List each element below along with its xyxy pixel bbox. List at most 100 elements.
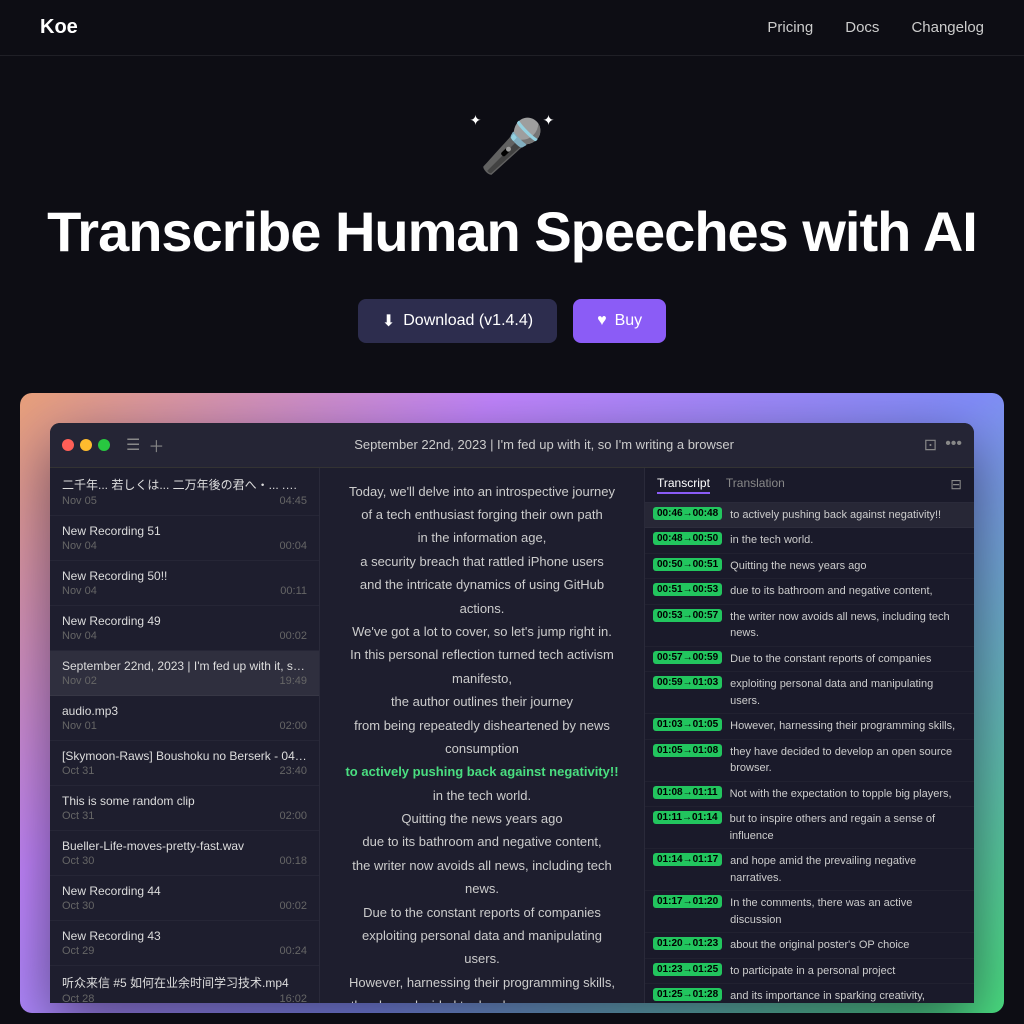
- sidebar-item-date: Oct 29: [62, 945, 94, 957]
- transcript-row[interactable]: 00:46→00:48 to actively pushing back aga…: [645, 503, 974, 529]
- transcript-row[interactable]: 01:08→01:11 Not with the expectation to …: [645, 782, 974, 808]
- center-text-line: they have decided to develop an open sou…: [344, 994, 620, 1002]
- nav-pricing[interactable]: Pricing: [767, 19, 813, 36]
- sidebar-item[interactable]: New Recording 43 Oct 29 00:24: [50, 921, 319, 966]
- maximize-button[interactable]: [98, 439, 110, 451]
- hero-section: ✦ 🎤 ✦ Transcribe Human Speeches with AI …: [0, 56, 1024, 393]
- center-text-line: from being repeatedly disheartened by ne…: [344, 714, 620, 761]
- sidebar-item-duration: 16:02: [279, 993, 307, 1003]
- transcript-text: Due to the constant reports of companies: [730, 651, 931, 668]
- timestamp-badge: 00:57→00:59: [653, 651, 722, 664]
- sidebar-item-duration: 02:00: [279, 810, 307, 822]
- transcript-row[interactable]: 01:05→01:08 they have decided to develop…: [645, 740, 974, 782]
- right-panel: Transcript Translation ⊟ 00:46→00:48 to …: [644, 468, 974, 1003]
- transcript-row[interactable]: 00:50→00:51 Quitting the news years ago: [645, 554, 974, 580]
- expand-icon[interactable]: ⊡: [924, 435, 937, 455]
- sidebar-item[interactable]: New Recording 50!! Nov 04 00:11: [50, 561, 319, 606]
- sidebar-item[interactable]: September 22nd, 2023 | I'm fed up with i…: [50, 651, 319, 696]
- transcript-row[interactable]: 00:48→00:50 in the tech world.: [645, 528, 974, 554]
- sidebar-item-duration: 00:02: [279, 900, 307, 912]
- sidebar-item[interactable]: New Recording 44 Oct 30 00:02: [50, 876, 319, 921]
- center-text-line: Due to the constant reports of companies: [344, 901, 620, 924]
- sidebar-item-duration: 00:24: [279, 945, 307, 957]
- transcript-row[interactable]: 01:03→01:05 However, harnessing their pr…: [645, 714, 974, 740]
- sparkle-right: ✦: [543, 112, 555, 129]
- timestamp-badge: 01:17→01:20: [653, 895, 722, 908]
- transcript-list: 00:46→00:48 to actively pushing back aga…: [645, 503, 974, 1003]
- add-icon: ＋: [148, 433, 164, 457]
- sidebar-item[interactable]: audio.mp3 Nov 01 02:00: [50, 696, 319, 741]
- window-title: September 22nd, 2023 | I'm fed up with i…: [172, 437, 915, 452]
- transcript-text: Not with the expectation to topple big p…: [730, 786, 952, 803]
- hero-title: Transcribe Human Speeches with AI: [40, 201, 984, 263]
- transcript-row[interactable]: 00:59→01:03 exploiting personal data and…: [645, 672, 974, 714]
- tabs: Transcript Translation: [657, 476, 785, 494]
- timestamp-badge: 01:14→01:17: [653, 853, 722, 866]
- sidebar-icon: ☰: [126, 435, 140, 455]
- center-text-line: of a tech enthusiast forging their own p…: [344, 503, 620, 526]
- sidebar-item[interactable]: This is some random clip Oct 31 02:00: [50, 786, 319, 831]
- sidebar-item-title: 听众来信 #5 如何在业余时间学习技术.mp4: [62, 974, 307, 991]
- hero-buttons: ⬇ Download (v1.4.4) ♥ Buy: [40, 299, 984, 343]
- center-text-line: and the intricate dynamics of using GitH…: [344, 573, 620, 620]
- transcript-row[interactable]: 01:25→01:28 and its importance in sparki…: [645, 984, 974, 1003]
- app-screenshot-container: ☰ ＋ September 22nd, 2023 | I'm fed up wi…: [20, 393, 1004, 1013]
- sidebar-item[interactable]: New Recording 49 Nov 04 00:02: [50, 606, 319, 651]
- tab-translation[interactable]: Translation: [726, 476, 785, 494]
- sidebar-toggle[interactable]: ☰ ＋: [126, 433, 164, 457]
- transcript-row[interactable]: 01:11→01:14 but to inspire others and re…: [645, 807, 974, 849]
- transcript-text: to actively pushing back against negativ…: [730, 507, 941, 524]
- sidebar-item-date: Nov 02: [62, 675, 97, 687]
- transcript-row[interactable]: 00:53→00:57 the writer now avoids all ne…: [645, 605, 974, 647]
- timestamp-badge: 01:08→01:11: [653, 786, 722, 799]
- transcript-row[interactable]: 01:14→01:17 and hope amid the prevailing…: [645, 849, 974, 891]
- sidebar-item-date: Oct 30: [62, 855, 94, 867]
- transcript-text: the writer now avoids all news, includin…: [730, 609, 966, 642]
- more-icon[interactable]: •••: [945, 435, 962, 455]
- timestamp-badge: 01:20→01:23: [653, 937, 722, 950]
- nav-docs[interactable]: Docs: [845, 19, 879, 36]
- title-bar-actions: ⊡ •••: [924, 435, 962, 455]
- sidebar-item[interactable]: Bueller-Life-moves-pretty-fast.wav Oct 3…: [50, 831, 319, 876]
- transcript-row[interactable]: 01:20→01:23 about the original poster's …: [645, 933, 974, 959]
- sidebar-item[interactable]: [Skymoon-Raws] Boushoku no Berserk - 04 …: [50, 741, 319, 786]
- buy-button[interactable]: ♥ Buy: [573, 299, 666, 343]
- sidebar: 二千年... 若しくは... 二万年後の君へ・... .mp4 Nov 05 0…: [50, 468, 320, 1003]
- mac-window: ☰ ＋ September 22nd, 2023 | I'm fed up wi…: [50, 423, 974, 1003]
- app-body: 二千年... 若しくは... 二万年後の君へ・... .mp4 Nov 05 0…: [50, 468, 974, 1003]
- center-text-line: In this personal reflection turned tech …: [344, 643, 620, 690]
- sidebar-item-date: Oct 31: [62, 765, 94, 777]
- transcript-text: and its importance in sparking creativit…: [730, 988, 925, 1003]
- timestamp-badge: 01:03→01:05: [653, 718, 722, 731]
- sidebar-item-title: This is some random clip: [62, 794, 307, 808]
- center-text-line: We've got a lot to cover, so let's jump …: [344, 620, 620, 643]
- transcript-text: to participate in a personal project: [730, 963, 895, 980]
- mic-icon: ✦ 🎤 ✦: [480, 116, 545, 177]
- nav-changelog[interactable]: Changelog: [911, 19, 984, 36]
- sidebar-item-duration: 23:40: [279, 765, 307, 777]
- download-button[interactable]: ⬇ Download (v1.4.4): [358, 299, 557, 343]
- right-panel-icon[interactable]: ⊟: [950, 476, 962, 493]
- center-text-line: the author outlines their journey: [344, 690, 620, 713]
- transcript-text: due to its bathroom and negative content…: [730, 583, 932, 600]
- timestamp-badge: 00:51→00:53: [653, 583, 722, 596]
- sidebar-item-date: Nov 05: [62, 495, 97, 507]
- transcript-row[interactable]: 00:51→00:53 due to its bathroom and nega…: [645, 579, 974, 605]
- logo: Koe: [40, 16, 78, 39]
- tab-transcript[interactable]: Transcript: [657, 476, 710, 494]
- sidebar-item[interactable]: 听众来信 #5 如何在业余时间学习技术.mp4 Oct 28 16:02: [50, 966, 319, 1003]
- timestamp-badge: 01:23→01:25: [653, 963, 722, 976]
- close-button[interactable]: [62, 439, 74, 451]
- transcript-text: in the tech world.: [730, 532, 813, 549]
- sidebar-item-title: [Skymoon-Raws] Boushoku no Berserk - 04 …: [62, 749, 307, 763]
- minimize-button[interactable]: [80, 439, 92, 451]
- transcript-row[interactable]: 01:23→01:25 to participate in a personal…: [645, 959, 974, 985]
- sidebar-item[interactable]: New Recording 51 Nov 04 00:04: [50, 516, 319, 561]
- sidebar-item[interactable]: 二千年... 若しくは... 二万年後の君へ・... .mp4 Nov 05 0…: [50, 468, 319, 516]
- transcript-row[interactable]: 00:57→00:59 Due to the constant reports …: [645, 647, 974, 673]
- navbar: Koe Pricing Docs Changelog: [0, 0, 1024, 56]
- traffic-lights: [62, 439, 110, 451]
- sidebar-item-date: Oct 28: [62, 993, 94, 1003]
- transcript-row[interactable]: 01:17→01:20 In the comments, there was a…: [645, 891, 974, 933]
- sidebar-item-duration: 19:49: [279, 675, 307, 687]
